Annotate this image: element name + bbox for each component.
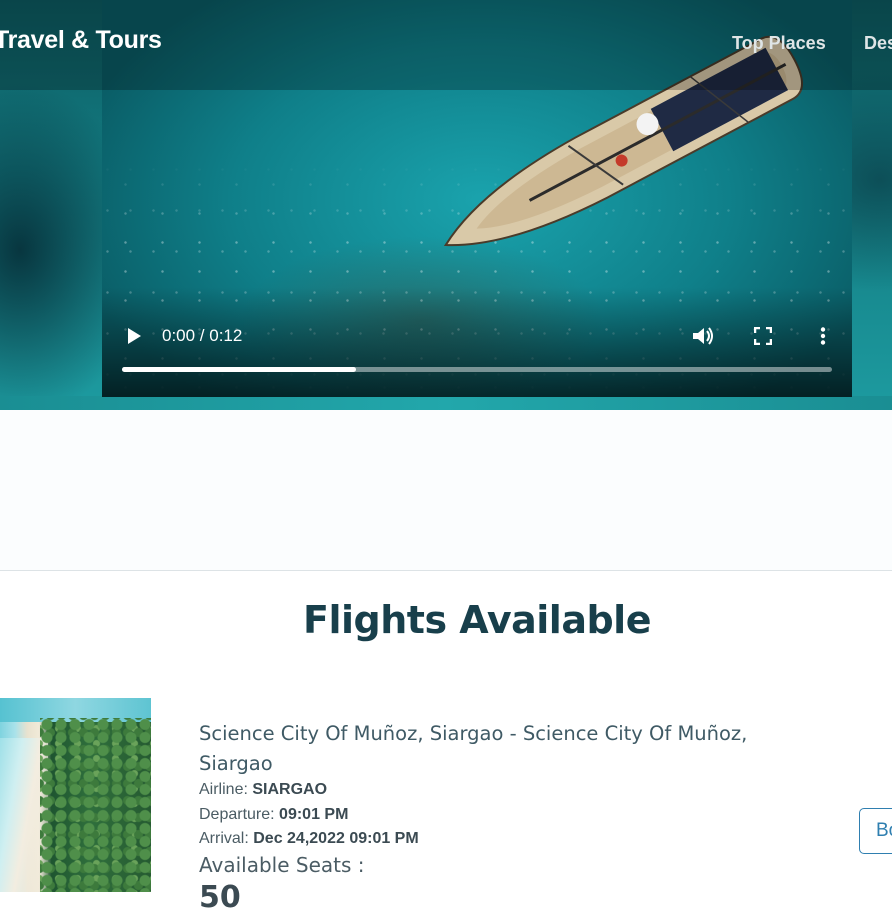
volume-icon[interactable] [685, 318, 721, 354]
play-icon[interactable] [116, 318, 152, 354]
spacer-section [0, 410, 892, 571]
section-title: Flights Available [303, 598, 651, 642]
seats-value: 50 [199, 880, 241, 915]
flight-arrival: Arrival: Dec 24,2022 09:01 PM [199, 830, 419, 848]
departure-value: 09:01 PM [279, 806, 349, 823]
arrival-value: Dec 24,2022 09:01 PM [253, 830, 419, 847]
video-controls: 0:00 / 0:12 [102, 318, 852, 358]
nav-top-places[interactable]: Top Places [732, 33, 826, 54]
arrival-label: Arrival: [199, 830, 254, 847]
hero-banner: 0:00 / 0:12 Travel & Tours Top Places De… [0, 0, 892, 410]
airline-label: Airline: [199, 781, 253, 798]
brand-logo[interactable]: Travel & Tours [0, 26, 162, 55]
book-button[interactable]: Book [859, 808, 892, 854]
flight-route: Science City Of Muñoz, Siargao - Science… [199, 722, 748, 775]
video-progress-bar[interactable] [122, 367, 832, 372]
nav-destinations[interactable]: Destinations [864, 33, 892, 54]
hero-water-strip [0, 396, 892, 410]
flight-departure: Departure: 09:01 PM [199, 806, 348, 824]
destination-thumbnail [0, 698, 151, 892]
video-progress-fill [122, 367, 357, 372]
video-time: 0:00 / 0:12 [162, 326, 243, 345]
flight-airline: Airline: SIARGAO [199, 781, 327, 799]
top-navbar: Travel & Tours Top Places Destinations [0, 0, 892, 90]
departure-label: Departure: [199, 806, 280, 823]
seats-label: Available Seats : [199, 853, 365, 877]
thumbnail-palms [40, 718, 151, 892]
fullscreen-icon[interactable] [745, 318, 781, 354]
airline-value: SIARGAO [252, 781, 328, 798]
more-vert-icon[interactable] [805, 318, 841, 354]
